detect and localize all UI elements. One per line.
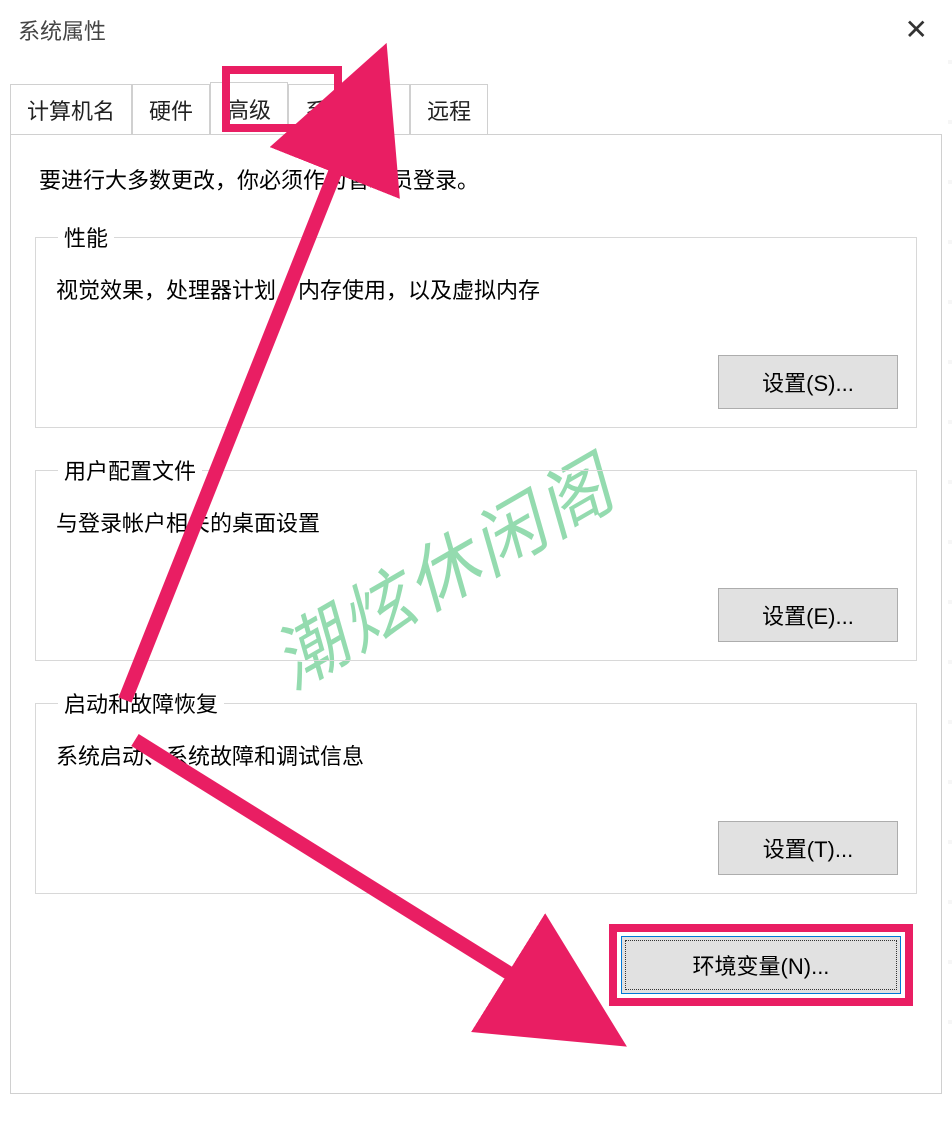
- startup-settings-button[interactable]: 设置(T)...: [718, 821, 898, 875]
- profiles-desc: 与登录帐户相关的桌面设置: [56, 506, 898, 538]
- profiles-legend: 用户配置文件: [58, 454, 202, 486]
- titlebar: 系统属性 ✕: [0, 0, 952, 60]
- tab-remote[interactable]: 远程: [410, 84, 488, 134]
- startup-desc: 系统启动、系统故障和调试信息: [56, 739, 898, 771]
- window-title: 系统属性: [18, 14, 106, 46]
- startup-group: 启动和故障恢复 系统启动、系统故障和调试信息 设置(T)...: [35, 687, 917, 894]
- tab-system-protection[interactable]: 系统保护: [288, 84, 410, 134]
- tab-strip: 计算机名 硬件 高级 系统保护 远程: [10, 72, 942, 134]
- environment-variables-button[interactable]: 环境变量(N)...: [621, 936, 901, 994]
- tab-computer-name[interactable]: 计算机名: [10, 84, 132, 134]
- profiles-settings-button[interactable]: 设置(E)...: [718, 588, 898, 642]
- close-icon[interactable]: ✕: [899, 13, 934, 46]
- annotation-highlight-env-button: 环境变量(N)...: [609, 924, 913, 1006]
- startup-legend: 启动和故障恢复: [58, 687, 224, 719]
- decorative-right-edge: [948, 60, 952, 1060]
- advanced-panel: 潮炫休闲阁 要进行大多数更改，你必须作为管理员登录。 性能 视觉效果，处理器计划…: [10, 134, 942, 1094]
- performance-group: 性能 视觉效果，处理器计划，内存使用，以及虚拟内存 设置(S)...: [35, 221, 917, 428]
- performance-legend: 性能: [58, 221, 114, 253]
- tab-hardware[interactable]: 硬件: [132, 84, 210, 134]
- tab-advanced[interactable]: 高级: [210, 82, 288, 134]
- intro-text: 要进行大多数更改，你必须作为管理员登录。: [39, 163, 917, 195]
- performance-settings-button[interactable]: 设置(S)...: [718, 355, 898, 409]
- profiles-group: 用户配置文件 与登录帐户相关的桌面设置 设置(E)...: [35, 454, 917, 661]
- performance-desc: 视觉效果，处理器计划，内存使用，以及虚拟内存: [56, 273, 898, 305]
